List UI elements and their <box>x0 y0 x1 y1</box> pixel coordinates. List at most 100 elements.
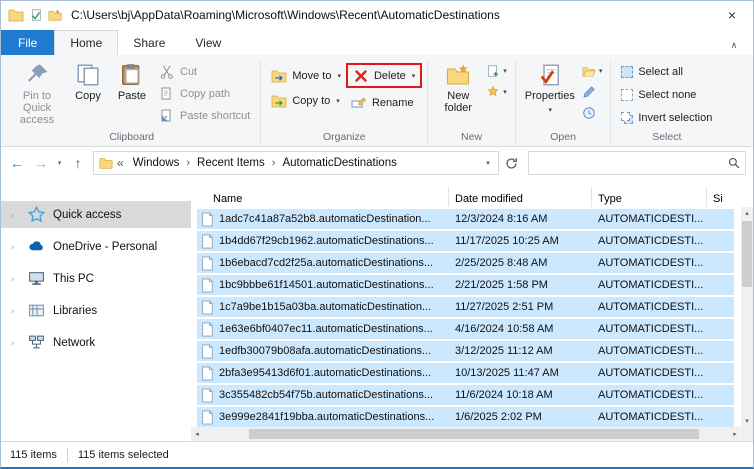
invert-selection-label: Invert selection <box>638 111 713 124</box>
tab-file[interactable]: File <box>1 30 55 55</box>
copy-label: Copy <box>75 90 101 102</box>
ribbon-group-clipboard: Pin to Quick access Copy Paste Cut Copy … <box>3 57 260 146</box>
select-none-button[interactable]: Select none <box>616 84 717 105</box>
pin-icon <box>25 63 49 87</box>
copy-path-button[interactable]: Copy path <box>154 83 255 104</box>
edit-pencil-icon <box>582 85 596 99</box>
move-to-button[interactable]: Move to ▾ <box>266 65 346 86</box>
dropdown-caret-icon: ▾ <box>336 97 340 105</box>
file-name: 3e999e2841f19bba.automaticDestinations..… <box>219 411 435 423</box>
open-folder-icon <box>582 64 596 78</box>
copy-to-button[interactable]: Copy to ▾ <box>266 90 346 111</box>
file-row[interactable]: 1edfb30079b08afa.automaticDestinations..… <box>197 341 734 361</box>
paste-button[interactable]: Paste <box>110 58 154 124</box>
scroll-up-icon[interactable]: ▴ <box>741 207 753 219</box>
tab-home[interactable]: Home <box>54 30 119 55</box>
properties-button[interactable]: Properties ▾ <box>521 58 579 124</box>
sidebar-item-onedrive[interactable]: › OneDrive - Personal <box>1 233 191 260</box>
select-all-button[interactable]: Select all <box>616 61 717 82</box>
breadcrumb-item-windows[interactable]: Windows <box>128 152 185 174</box>
invert-selection-button[interactable]: Invert selection <box>616 107 717 128</box>
back-button[interactable]: ← <box>5 151 29 175</box>
breadcrumb[interactable]: « Windows › Recent Items › AutomaticDest… <box>93 151 499 175</box>
edit-button[interactable] <box>579 82 606 102</box>
search-input[interactable] <box>534 152 728 174</box>
sidebar-item-libraries[interactable]: › Libraries <box>1 297 191 324</box>
minimize-ribbon-icon[interactable]: ∧ <box>723 40 745 51</box>
scroll-down-icon[interactable]: ▾ <box>741 415 753 427</box>
file-row[interactable]: 1c7a9be1b15a03ba.automaticDestination...… <box>197 297 734 317</box>
file-name: 1b6ebacd7cd2f25a.automaticDestinations..… <box>219 257 434 269</box>
file-row[interactable]: 1b4dd67f29cb1962.automaticDestinations..… <box>197 231 734 251</box>
new-item-button[interactable]: ▾ <box>483 61 510 81</box>
sidebar-item-this-pc[interactable]: › This PC <box>1 265 191 292</box>
address-dropdown-icon[interactable]: ▾ <box>480 159 496 167</box>
breadcrumb-item-automaticdestinations[interactable]: AutomaticDestinations <box>277 152 401 174</box>
column-header-type[interactable]: Type <box>592 187 707 207</box>
sidebar-item-quick-access[interactable]: › Quick access <box>1 201 191 228</box>
ribbon-tabstrip: File Home Share View ∧ <box>1 29 753 55</box>
status-bar: 115 items 115 items selected <box>1 441 753 467</box>
qat-new-folder-icon[interactable] <box>48 8 62 22</box>
window-title-path: C:\Users\bj\AppData\Roaming\Microsoft\Wi… <box>71 8 500 22</box>
file-row[interactable]: 2bfa3e95413d6f01.automaticDestinations..… <box>197 363 734 383</box>
file-icon <box>200 256 214 271</box>
history-clock-icon <box>582 106 596 120</box>
copy-button[interactable]: Copy <box>66 58 110 124</box>
forward-button[interactable]: → <box>29 151 53 175</box>
file-row[interactable]: 1bc9bbbe61f14501.automaticDestinations..… <box>197 275 734 295</box>
file-list-pane: Name Date modified Type Si 1adc7c41a87a5… <box>191 179 753 441</box>
file-row[interactable]: 3e999e2841f19bba.automaticDestinations..… <box>197 407 734 427</box>
column-headers: Name Date modified Type Si <box>197 187 741 207</box>
ribbon-group-organize: Move to ▾ Copy to ▾ Delete ▾ Rename Orga… <box>261 57 427 146</box>
up-button[interactable]: ↑ <box>66 151 90 175</box>
address-folder-icon <box>99 156 113 170</box>
refresh-icon[interactable] <box>499 151 523 175</box>
file-row[interactable]: 1b6ebacd7cd2f25a.automaticDestinations..… <box>197 253 734 273</box>
breadcrumb-overflow-icon[interactable]: « <box>114 156 127 170</box>
column-header-date-modified[interactable]: Date modified <box>449 187 592 207</box>
tab-share[interactable]: Share <box>118 30 180 55</box>
column-header-name[interactable]: Name <box>197 187 449 207</box>
vertical-scrollbar[interactable]: ▴ ▾ <box>741 207 753 427</box>
cut-button[interactable]: Cut <box>154 61 255 82</box>
new-folder-button[interactable]: New folder <box>433 58 483 124</box>
tab-view[interactable]: View <box>180 30 236 55</box>
cut-label: Cut <box>180 65 198 78</box>
item-count: 115 items <box>10 448 57 461</box>
history-button[interactable] <box>579 103 606 123</box>
file-explorer-window: C:\Users\bj\AppData\Roaming\Microsoft\Wi… <box>0 0 754 469</box>
select-all-icon <box>621 65 634 78</box>
scroll-left-icon[interactable]: ◂ <box>191 427 203 441</box>
navigation-pane: › Quick access › OneDrive - Personal › T… <box>1 179 191 441</box>
organize-right-column: Delete ▾ Rename <box>345 58 423 113</box>
vertical-scroll-thumb[interactable] <box>742 221 752 287</box>
file-icon <box>200 212 214 227</box>
qat-properties-icon[interactable] <box>29 8 43 22</box>
move-to-icon <box>271 68 287 84</box>
recent-locations-icon[interactable]: ▾ <box>53 151 66 175</box>
pin-to-quick-access-button[interactable]: Pin to Quick access <box>8 58 66 126</box>
chevron-right-icon: › <box>11 273 14 284</box>
delete-highlight-box: Delete ▾ <box>345 63 423 88</box>
file-row[interactable]: 3c355482cb54f75b.automaticDestinations..… <box>197 385 734 405</box>
delete-button[interactable]: Delete ▾ <box>348 65 420 86</box>
rename-button[interactable]: Rename <box>346 92 422 113</box>
network-icon <box>28 334 45 351</box>
quick-access-star-icon <box>28 206 45 223</box>
horizontal-scrollbar[interactable]: ◂ ▸ <box>191 427 741 441</box>
close-button[interactable]: × <box>711 1 753 29</box>
easy-access-button[interactable]: ▾ <box>483 82 510 102</box>
file-row[interactable]: 1e63e6bf0407ec11.automaticDestinations..… <box>197 319 734 339</box>
sidebar-item-network[interactable]: › Network <box>1 329 191 356</box>
file-name: 3c355482cb54f75b.automaticDestinations..… <box>219 389 434 401</box>
breadcrumb-item-recent-items[interactable]: Recent Items <box>192 152 270 174</box>
column-header-size[interactable]: Si <box>707 187 737 207</box>
paste-shortcut-button[interactable]: Paste shortcut <box>154 105 255 126</box>
file-row[interactable]: 1adc7c41a87a52b8.automaticDestination...… <box>197 209 734 229</box>
paste-label: Paste <box>117 90 147 102</box>
horizontal-scroll-thumb[interactable] <box>249 429 699 439</box>
open-button[interactable]: ▾ <box>579 61 606 81</box>
scroll-right-icon[interactable]: ▸ <box>729 427 741 441</box>
open-group-label: Open <box>550 131 576 143</box>
